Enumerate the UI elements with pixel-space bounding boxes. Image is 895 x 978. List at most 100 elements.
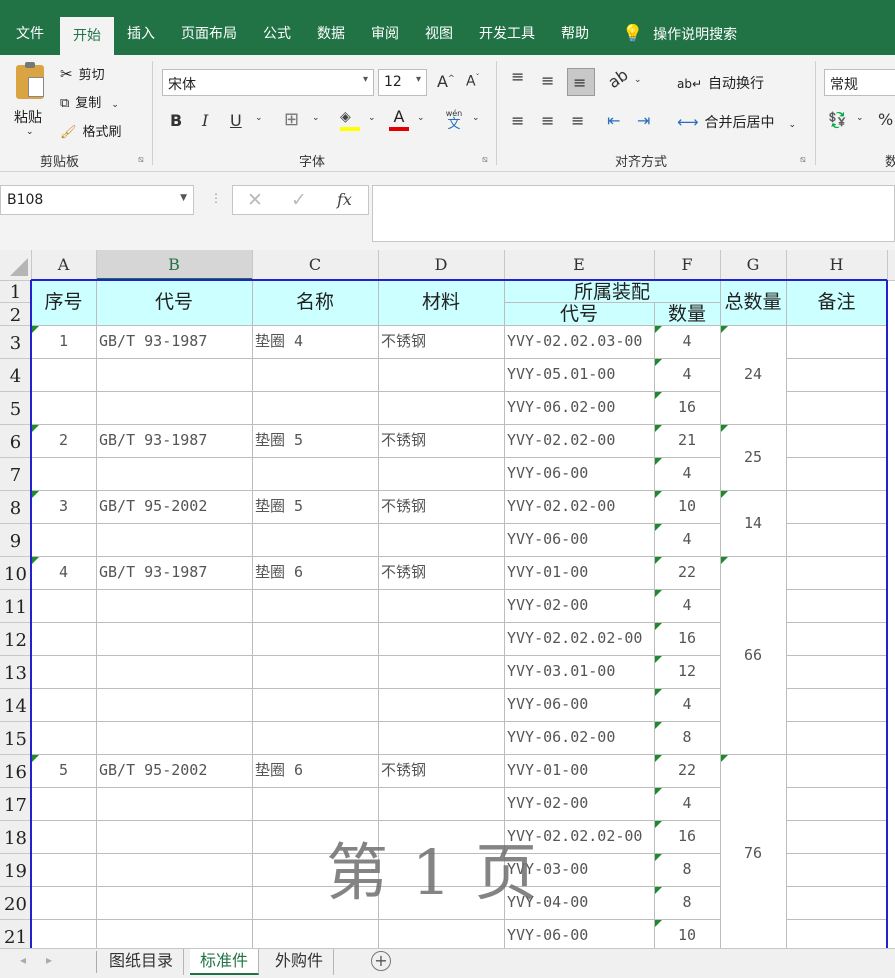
font-size-select[interactable]: 12 ▾ — [378, 69, 427, 96]
chevron-down-icon[interactable]: ⌄ — [856, 113, 864, 123]
assembly-code[interactable]: YVY-06-00 — [507, 688, 654, 721]
assembly-code[interactable]: YVY-01-00 — [507, 556, 654, 589]
drag-handle-icon[interactable]: ⋮ — [210, 191, 222, 205]
chevron-down-icon[interactable]: ⌄ — [255, 113, 263, 123]
assembly-quantity[interactable]: 22 — [654, 754, 720, 787]
assembly-code[interactable]: YVY-06-00 — [507, 523, 654, 556]
column-header-H[interactable]: H — [786, 250, 887, 280]
row-header-1[interactable]: 1 — [0, 280, 31, 303]
row-header-15[interactable]: 15 — [0, 721, 31, 754]
item-name[interactable]: 垫圈 4 — [255, 325, 377, 358]
assembly-code[interactable]: YVY-05.01-00 — [507, 358, 654, 391]
tab-file[interactable]: 文件 — [0, 14, 60, 55]
sheet-tab-drawings[interactable]: 图纸目录 — [99, 949, 185, 975]
underline-button[interactable]: U — [230, 111, 242, 130]
assembly-code[interactable]: YVY-02-00 — [507, 787, 654, 820]
assembly-quantity[interactable]: 8 — [654, 721, 720, 754]
assembly-code[interactable]: YVY-06-00 — [507, 919, 654, 948]
row-header-4[interactable]: 4 — [0, 358, 31, 391]
assembly-quantity[interactable]: 12 — [654, 655, 720, 688]
item-seq[interactable]: 1 — [31, 325, 96, 358]
column-header-F[interactable]: F — [654, 250, 720, 280]
sheet-tab-purchased-parts[interactable]: 外购件 — [265, 949, 335, 975]
item-total[interactable]: 66 — [720, 556, 786, 754]
row-header-3[interactable]: 3 — [0, 325, 31, 358]
paste-button[interactable]: 粘贴 ⌄ — [10, 61, 52, 141]
percent-icon[interactable]: % — [878, 110, 893, 129]
scroll-left-icon[interactable]: ◂ — [20, 953, 26, 967]
assembly-quantity[interactable]: 4 — [654, 457, 720, 490]
decrease-font-button[interactable]: Aˇ — [466, 73, 480, 90]
row-header-21[interactable]: 21 — [0, 919, 31, 948]
row-header-19[interactable]: 19 — [0, 853, 31, 886]
assembly-quantity[interactable]: 4 — [654, 325, 720, 358]
assembly-quantity[interactable]: 16 — [654, 391, 720, 424]
italic-button[interactable]: I — [202, 111, 208, 130]
assembly-quantity[interactable]: 4 — [654, 358, 720, 391]
item-total[interactable]: 14 — [720, 490, 786, 556]
merge-center-button[interactable]: ⟷ 合并后居中 ⌄ — [677, 112, 796, 132]
dialog-launcher-icon[interactable]: ⧅ — [482, 155, 488, 165]
assembly-code[interactable]: YVY-02.02.02-00 — [507, 622, 654, 655]
tab-insert[interactable]: 插入 — [114, 14, 168, 55]
row-header-6[interactable]: 6 — [0, 424, 31, 457]
assembly-quantity[interactable]: 4 — [654, 787, 720, 820]
item-seq[interactable]: 3 — [31, 490, 96, 523]
increase-font-button[interactable]: A^ — [437, 72, 455, 91]
assembly-quantity[interactable]: 4 — [654, 688, 720, 721]
item-code[interactable]: GB/T 95-2002 — [99, 490, 251, 523]
chevron-down-icon[interactable]: ⌄ — [312, 113, 320, 123]
assembly-code[interactable]: YVY-06.02-00 — [507, 721, 654, 754]
enter-icon[interactable]: ✓ — [291, 189, 307, 211]
decrease-indent-icon[interactable]: ⇤ — [607, 111, 620, 130]
assembly-quantity[interactable]: 22 — [654, 556, 720, 589]
column-header-G[interactable]: G — [720, 250, 786, 280]
tab-review[interactable]: 审阅 — [358, 14, 412, 55]
cancel-icon[interactable]: ✕ — [247, 189, 263, 211]
row-header-9[interactable]: 9 — [0, 523, 31, 556]
assembly-code[interactable]: YVY-02.02.03-00 — [507, 325, 654, 358]
row-header-13[interactable]: 13 — [0, 655, 31, 688]
insert-function-icon[interactable]: fx — [337, 190, 352, 209]
assembly-code[interactable]: YVY-06.02-00 — [507, 391, 654, 424]
item-total[interactable]: 24 — [720, 325, 786, 424]
align-right-icon[interactable]: ≡ — [571, 111, 584, 130]
scroll-right-icon[interactable]: ▸ — [46, 953, 52, 967]
row-header-16[interactable]: 16 — [0, 754, 31, 787]
copy-button[interactable]: ⧉ 复制 ⌄ — [60, 92, 119, 111]
column-header-A[interactable]: A — [31, 250, 96, 280]
borders-icon[interactable]: ⊞ — [284, 109, 299, 130]
add-sheet-icon[interactable]: + — [371, 951, 391, 971]
tab-page-layout[interactable]: 页面布局 — [168, 14, 250, 55]
assembly-code[interactable]: YVY-02.02-00 — [507, 424, 654, 457]
align-center-icon[interactable]: ≡ — [541, 111, 554, 130]
chevron-down-icon[interactable]: ⌄ — [368, 113, 376, 123]
increase-indent-icon[interactable]: ⇥ — [637, 111, 650, 130]
assembly-code[interactable]: YVY-02-00 — [507, 589, 654, 622]
assembly-quantity[interactable]: 16 — [654, 820, 720, 853]
sheet-tab-standard-parts[interactable]: 标准件 — [190, 949, 260, 975]
chevron-down-icon[interactable]: ⌄ — [472, 113, 480, 123]
chevron-down-icon[interactable]: ⌄ — [417, 113, 425, 123]
item-code[interactable]: GB/T 93-1987 — [99, 556, 251, 589]
assembly-quantity[interactable]: 21 — [654, 424, 720, 457]
row-header-7[interactable]: 7 — [0, 457, 31, 490]
item-name[interactable]: 垫圈 6 — [255, 754, 377, 787]
chevron-down-icon[interactable]: ⌄ — [634, 75, 642, 85]
align-middle-icon[interactable]: ≡ — [541, 71, 554, 90]
row-header-10[interactable]: 10 — [0, 556, 31, 589]
item-code[interactable]: GB/T 95-2002 — [99, 754, 251, 787]
bold-button[interactable]: B — [170, 111, 182, 130]
assembly-quantity[interactable]: 16 — [654, 622, 720, 655]
item-code[interactable]: GB/T 93-1987 — [99, 325, 251, 358]
item-name[interactable]: 垫圈 5 — [255, 490, 377, 523]
tab-developer[interactable]: 开发工具 — [466, 14, 548, 55]
item-seq[interactable]: 2 — [31, 424, 96, 457]
assembly-quantity[interactable]: 10 — [654, 490, 720, 523]
column-header-C[interactable]: C — [252, 250, 378, 280]
row-header-11[interactable]: 11 — [0, 589, 31, 622]
tab-view[interactable]: 视图 — [412, 14, 466, 55]
number-format-select[interactable]: 常规 — [824, 69, 895, 96]
align-left-icon[interactable]: ≡ — [511, 111, 524, 130]
item-name[interactable]: 垫圈 6 — [255, 556, 377, 589]
